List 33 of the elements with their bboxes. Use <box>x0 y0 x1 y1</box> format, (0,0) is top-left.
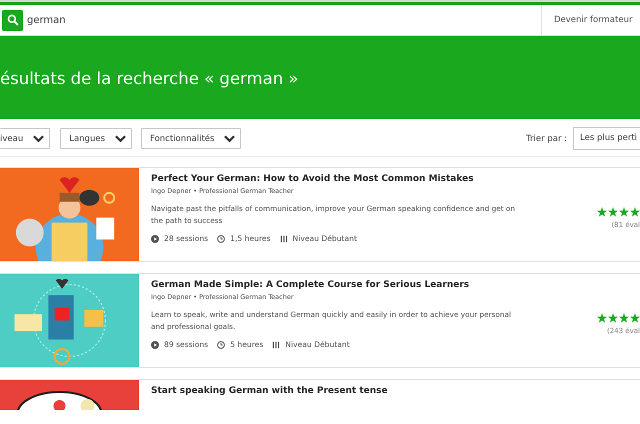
course-title[interactable]: Perfect Your German: How to Avoid the Most Common Mistakes <box>151 174 598 184</box>
chevron-down-icon <box>115 134 126 142</box>
course-title[interactable]: Start speaking German with the Present tense <box>151 386 640 396</box>
filter-dropdown[interactable]: iveau <box>0 128 50 149</box>
star-icon <box>608 206 618 216</box>
sort-dropdown[interactable]: Les plus perti <box>573 127 640 150</box>
level-bars-icon <box>280 234 288 242</box>
star-icon <box>597 312 607 322</box>
play-icon <box>151 340 159 348</box>
page-title: ésultats de la recherche « german » <box>0 68 299 88</box>
become-instructor-link[interactable]: Devenir formateur <box>541 5 640 35</box>
clock-icon <box>217 234 226 242</box>
course-card[interactable] <box>0 273 640 368</box>
level-bars-icon <box>272 340 280 348</box>
star-icon <box>597 206 607 216</box>
course-card[interactable] <box>0 167 640 262</box>
sort-label: Trier par : <box>526 134 567 144</box>
search-field[interactable]: german <box>27 10 541 30</box>
filter-dropdown[interactable]: Fonctionnalités <box>141 128 242 149</box>
search-button[interactable] <box>2 10 23 30</box>
clock-icon <box>217 340 226 348</box>
search-icon <box>6 14 18 26</box>
play-icon <box>151 234 159 242</box>
course-card[interactable]: Start speaking German with the Present tense <box>0 379 640 410</box>
star-icon <box>630 312 640 322</box>
chevron-down-icon <box>33 134 44 142</box>
course-title[interactable]: German Made Simple: A Complete Course for Serious Learners <box>151 280 598 290</box>
star-icon <box>619 312 629 322</box>
star-icon <box>608 312 618 322</box>
chevron-down-icon <box>224 134 236 142</box>
star-icon <box>630 206 640 216</box>
star-icon <box>619 206 629 216</box>
filter-dropdown[interactable]: Langues <box>60 128 132 149</box>
